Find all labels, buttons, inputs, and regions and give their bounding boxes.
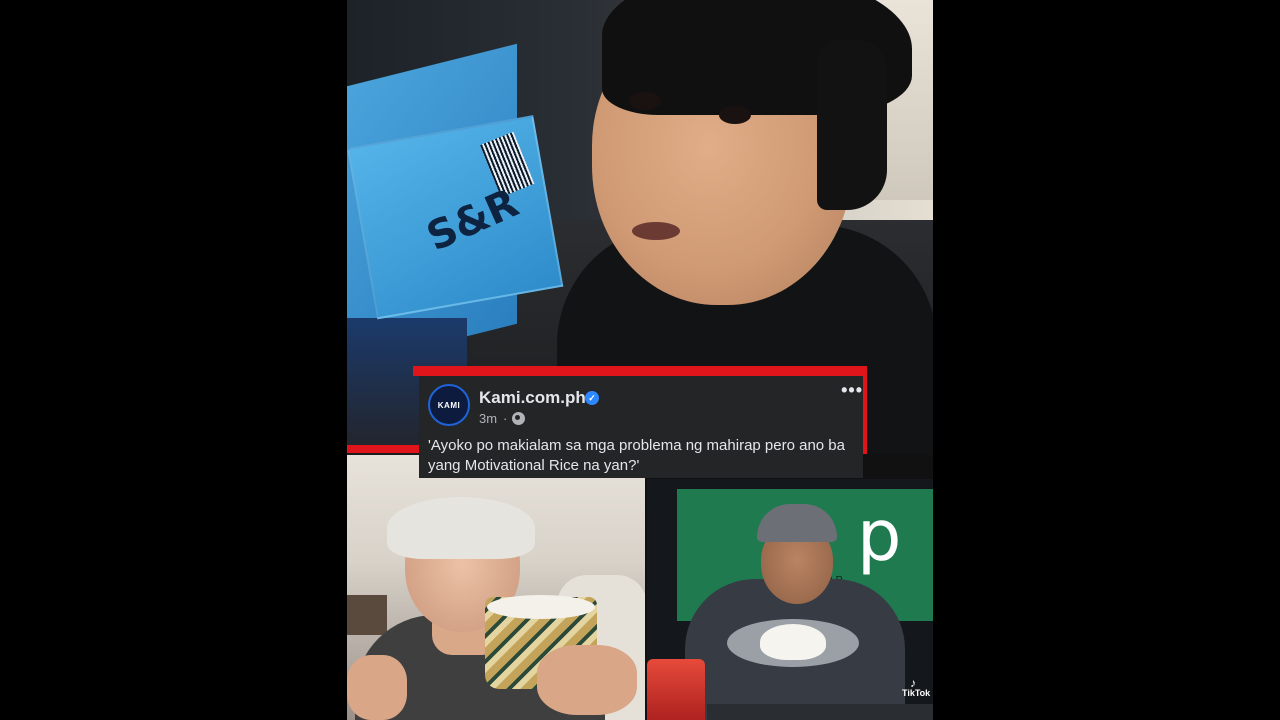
- red-frame-segment: [347, 445, 419, 453]
- hair-side: [817, 40, 887, 210]
- facebook-post-card: KAMI Kami.com.ph ✓ 3m · ••• 'Ayoko po ma…: [419, 376, 863, 478]
- avatar-logo-text: KAMI: [437, 400, 461, 410]
- right-hand: [537, 645, 637, 715]
- bottom-right-photo: p AR EN: [647, 479, 933, 720]
- verified-badge-icon: ✓: [585, 391, 599, 405]
- tiktok-watermark: TikTok: [902, 688, 931, 698]
- bag-label-closeup: S&R: [347, 115, 564, 320]
- left-hand: [347, 655, 407, 720]
- post-timestamp[interactable]: 3m: [479, 411, 497, 426]
- page-avatar[interactable]: KAMI: [428, 384, 470, 426]
- sign-letter: p: [857, 495, 902, 577]
- rice-top: [487, 595, 595, 619]
- more-options-button[interactable]: •••: [841, 380, 863, 401]
- table: [707, 704, 933, 720]
- mouth: [632, 222, 680, 240]
- post-text: 'Ayoko po makialam sa mga problema ng ma…: [428, 437, 845, 474]
- wall-frame: [347, 595, 387, 635]
- bottom-left-photo: [347, 455, 645, 720]
- platinum-hair: [387, 497, 535, 559]
- red-frame-segment: [413, 366, 865, 376]
- red-frame-segment: [413, 366, 421, 376]
- right-eye: [719, 106, 751, 124]
- page-name-link[interactable]: Kami.com.ph: [479, 388, 586, 408]
- collage: S&R p AR EN ♪ TikTok: [347, 0, 933, 720]
- rice-mound: [760, 624, 826, 660]
- bag-brand-text: S&R: [420, 180, 526, 261]
- globe-icon: [512, 412, 525, 425]
- drink-glass: [647, 659, 705, 720]
- left-eye: [629, 92, 661, 110]
- separator-dot: ·: [503, 411, 508, 426]
